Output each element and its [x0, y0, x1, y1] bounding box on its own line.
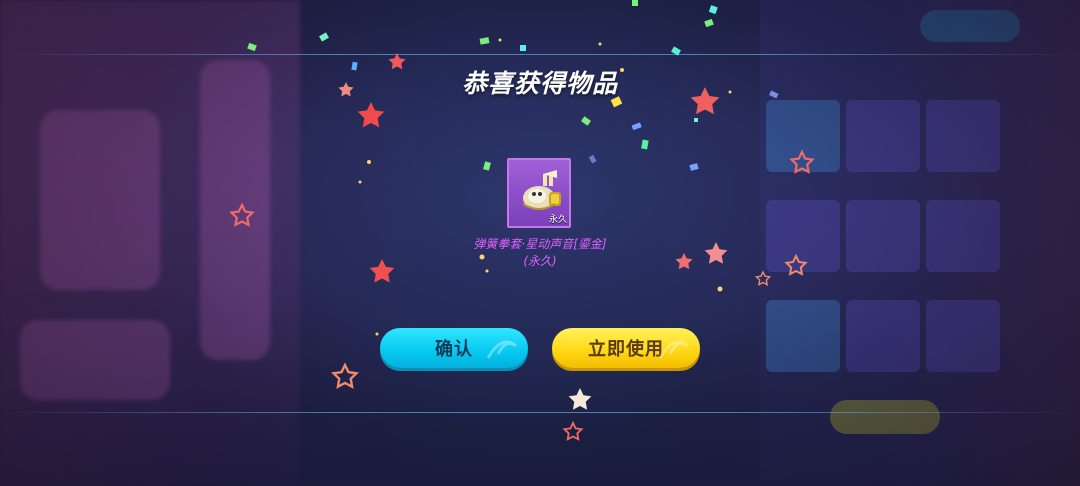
- item-name-line: 弹簧拳套·星动声音[鎏金]: [473, 237, 607, 251]
- header-divider-line: [0, 54, 1080, 55]
- spring-glove-icon: [522, 170, 561, 210]
- swirl-decoration-icon: [658, 340, 689, 359]
- item-duration-line: (永久): [523, 254, 557, 268]
- footer-divider-line: [0, 412, 1080, 413]
- swirl-decoration-icon: [486, 340, 517, 359]
- use-now-button-label: 立即使用: [588, 339, 664, 360]
- use-now-button[interactable]: 立即使用: [552, 328, 700, 368]
- reward-item-name: 弹簧拳套·星动声音[鎏金] (永久): [420, 236, 660, 270]
- item-duration-tag: 永久: [548, 215, 567, 225]
- confirm-button-label: 确认: [435, 339, 473, 360]
- reward-popup-title: 恭喜获得物品: [461, 69, 618, 98]
- reward-item-card[interactable]: 永久: [507, 158, 571, 228]
- confirm-button[interactable]: 确认: [380, 328, 528, 368]
